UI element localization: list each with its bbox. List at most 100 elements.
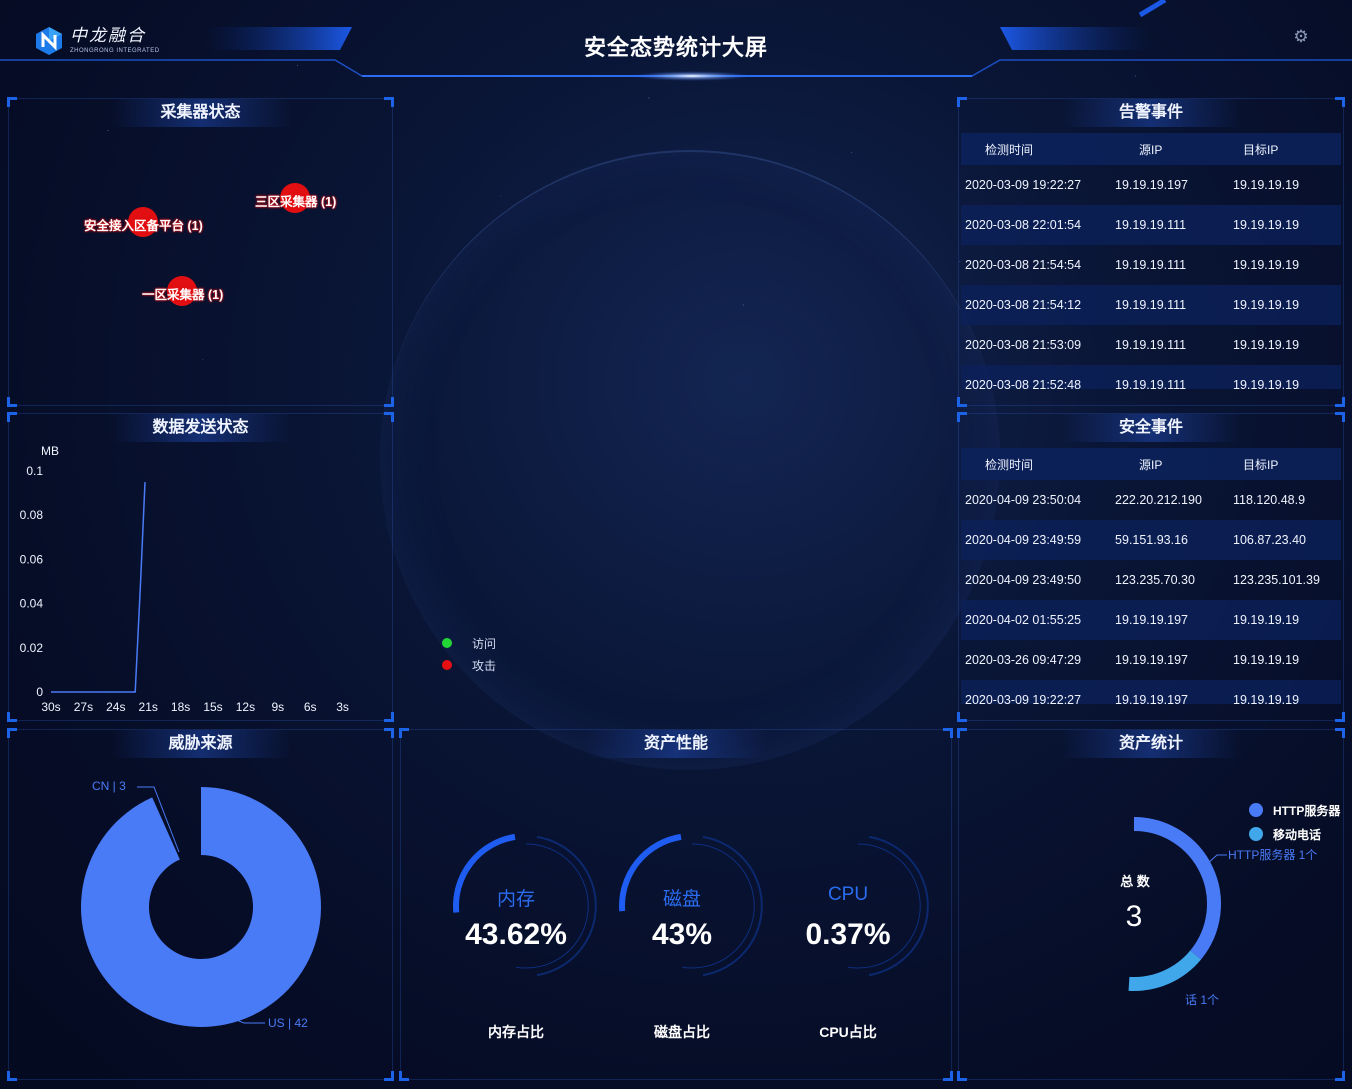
table-row[interactable]: 2020-03-08 21:53:09 19.19.19.111 19.19.1…	[961, 325, 1341, 365]
table-row[interactable]: 2020-04-09 23:49:59 59.151.93.16 106.87.…	[961, 520, 1341, 560]
page-title: 安全态势统计大屏	[583, 35, 768, 60]
column-header: 源IP	[1139, 142, 1163, 157]
security-events-panel: 安全事件 检测时间 源IP 目标IP 2020-04-09 23:50:04 2…	[957, 412, 1345, 722]
collector-node[interactable]: 三区采集器 (1)	[255, 183, 337, 213]
total-value: 3	[1126, 900, 1143, 933]
gauge-track	[868, 835, 929, 977]
cell-dst-ip: 118.120.48.9	[1233, 493, 1306, 507]
y-tick-label: 0.02	[20, 641, 44, 655]
legend-label: 访问	[472, 636, 497, 651]
cell-dst-ip: 19.19.19.19	[1233, 258, 1300, 272]
gauge-name: 磁盘	[662, 889, 701, 910]
y-tick-label: 0.08	[20, 508, 44, 522]
data-send-line-chart: MB 0.1 0.08 0.06 0.04 0.02 0 30s 27s 24s 21s 18s 1…	[20, 444, 349, 714]
table-row[interactable]: 2020-04-02 01:55:25 19.19.19.197 19.19.1…	[961, 600, 1341, 640]
cell-time: 2020-03-26 09:47:29	[965, 653, 1082, 667]
y-tick-label: 0.1	[26, 464, 43, 478]
gauge-value: 43%	[651, 918, 713, 951]
data-send-panel: 数据发送状态 MB 0.1 0.08 0.06 0.04 0.02 0 30s 27s 24s…	[7, 412, 394, 722]
cell-src-ip: 19.19.19.197	[1115, 693, 1188, 704]
cell-time: 2020-03-09 19:22:27	[965, 693, 1082, 704]
cell-time: 2020-03-08 21:52:48	[965, 378, 1082, 389]
column-header: 检测时间	[985, 142, 1034, 157]
asset-stats-ring: HTTP服务器 1个 话 1个 总 数 3	[1120, 817, 1317, 1007]
x-tick-label: 30s	[41, 700, 60, 714]
cell-dst-ip: 123.235.101.39	[1233, 573, 1320, 587]
series-line	[51, 482, 146, 693]
table-row[interactable]: 2020-04-09 23:49:50 123.235.70.30 123.23…	[961, 560, 1341, 600]
x-tick-label: 6s	[304, 700, 317, 714]
cell-time: 2020-04-09 23:49:50	[965, 573, 1082, 587]
asset-stats-panel: 资产统计 HTTP服务器 1个 话 1个 总 数 3 HTTP服务器 移动电话	[957, 728, 1345, 1081]
table-row[interactable]: 2020-03-08 21:54:12 19.19.19.111 19.19.1…	[961, 285, 1341, 325]
asset-performance-panel: 资产性能 内存 43.62% 内存占比 磁盘 43% 磁盘占比 CPU 0.37…	[399, 728, 953, 1081]
cell-src-ip: 19.19.19.111	[1115, 298, 1187, 312]
http-dot-icon	[1249, 803, 1263, 817]
table-header: 检测时间 源IP 目标IP	[961, 133, 1341, 165]
cell-time: 2020-03-08 21:54:12	[965, 298, 1082, 312]
total-label: 总 数	[1120, 874, 1151, 889]
cell-time: 2020-03-08 22:01:54	[965, 218, 1082, 232]
attack-dot-icon	[442, 660, 452, 670]
cell-time: 2020-03-09 19:22:27	[965, 178, 1082, 192]
panel-title: 告警事件	[1061, 99, 1241, 127]
cell-src-ip: 222.20.212.190	[1115, 493, 1202, 507]
table-row[interactable]: 2020-03-09 19:22:27 19.19.19.197 19.19.1…	[961, 165, 1341, 205]
gauge-caption: CPU占比	[819, 1024, 877, 1040]
table-row[interactable]: 2020-04-09 23:50:04 222.20.212.190 118.1…	[961, 480, 1341, 520]
table-row[interactable]: 2020-03-09 19:22:27 19.19.19.197 19.19.1…	[961, 680, 1341, 704]
x-tick-label: 3s	[336, 700, 349, 714]
column-header: 目标IP	[1243, 457, 1279, 472]
slice-label-mobile: 话 1个	[1185, 993, 1219, 1007]
slice-label-http: HTTP服务器 1个	[1228, 847, 1317, 862]
cell-dst-ip: 19.19.19.19	[1233, 653, 1300, 667]
gauge-arc	[848, 835, 929, 977]
table-row[interactable]: 2020-03-08 22:01:54 19.19.19.111 19.19.1…	[961, 205, 1341, 245]
collector-node[interactable]: 一区采集器 (1)	[142, 276, 223, 306]
legend-item-mobile[interactable]: 移动电话	[1249, 822, 1340, 846]
cell-time: 2020-04-02 01:55:25	[965, 613, 1082, 627]
ring-slice-http[interactable]	[1133, 817, 1221, 960]
mobile-dot-icon	[1249, 827, 1263, 841]
table-row[interactable]: 2020-03-26 09:47:29 19.19.19.197 19.19.1…	[961, 640, 1341, 680]
x-tick-label: 21s	[139, 700, 158, 714]
column-header: 检测时间	[985, 457, 1034, 472]
collector-node-label: 三区采集器 (1)	[255, 195, 337, 209]
cell-src-ip: 19.19.19.197	[1115, 178, 1188, 192]
cell-src-ip: 59.151.93.16	[1115, 533, 1188, 547]
column-header: 源IP	[1139, 457, 1163, 472]
security-events-table[interactable]: 检测时间 源IP 目标IP 2020-04-09 23:50:04 222.20…	[961, 448, 1341, 704]
legend-label: 移动电话	[1273, 827, 1322, 842]
threat-source-panel: 威胁来源 CN | 3 US | 42	[7, 728, 394, 1081]
gear-icon[interactable]: ⚙	[1292, 28, 1310, 46]
cell-dst-ip: 19.19.19.19	[1233, 378, 1300, 389]
cell-src-ip: 19.19.19.197	[1115, 653, 1188, 667]
alarm-events-panel: 告警事件 检测时间 源IP 目标IP 2020-03-09 19:22:27 1…	[957, 97, 1345, 407]
legend-item-visit[interactable]: 访问	[442, 632, 496, 654]
slice-label: CN | 3	[92, 779, 126, 793]
slice-label: US | 42	[268, 1016, 308, 1030]
gauge-name: CPU	[827, 884, 869, 905]
table-row[interactable]: 2020-03-08 21:52:48 19.19.19.111 19.19.1…	[961, 365, 1341, 389]
cell-dst-ip: 106.87.23.40	[1233, 533, 1306, 547]
panel-title: 资产性能	[586, 730, 766, 758]
disk-gauge: 磁盘 43% 磁盘占比	[597, 826, 767, 1046]
legend-item-attack[interactable]: 攻击	[442, 654, 496, 676]
cpu-gauge: CPU 0.37% CPU占比	[763, 826, 933, 1046]
panel-title: 采集器状态	[110, 99, 291, 127]
donut-slice[interactable]	[80, 787, 321, 1027]
x-tick-label: 24s	[106, 700, 125, 714]
legend-label: 攻击	[472, 658, 497, 673]
legend-item-http[interactable]: HTTP服务器	[1249, 798, 1340, 822]
collector-node[interactable]: 安全接入区备平台 (1)	[84, 207, 203, 237]
collector-node-label: 安全接入区备平台 (1)	[84, 219, 203, 233]
y-axis-label: MB	[41, 444, 59, 458]
memory-gauge: 内存 43.62% 内存占比	[431, 826, 601, 1046]
alarm-events-table[interactable]: 检测时间 源IP 目标IP 2020-03-09 19:22:27 19.19.…	[961, 133, 1341, 389]
panel-title: 安全事件	[1061, 414, 1241, 442]
table-row[interactable]: 2020-03-08 21:54:54 19.19.19.111 19.19.1…	[961, 245, 1341, 285]
gauge-arc	[619, 833, 763, 977]
gauge-value: 0.37%	[805, 918, 891, 951]
ring-slice-mobile[interactable]	[1128, 950, 1202, 991]
gauge-arc	[453, 833, 597, 977]
